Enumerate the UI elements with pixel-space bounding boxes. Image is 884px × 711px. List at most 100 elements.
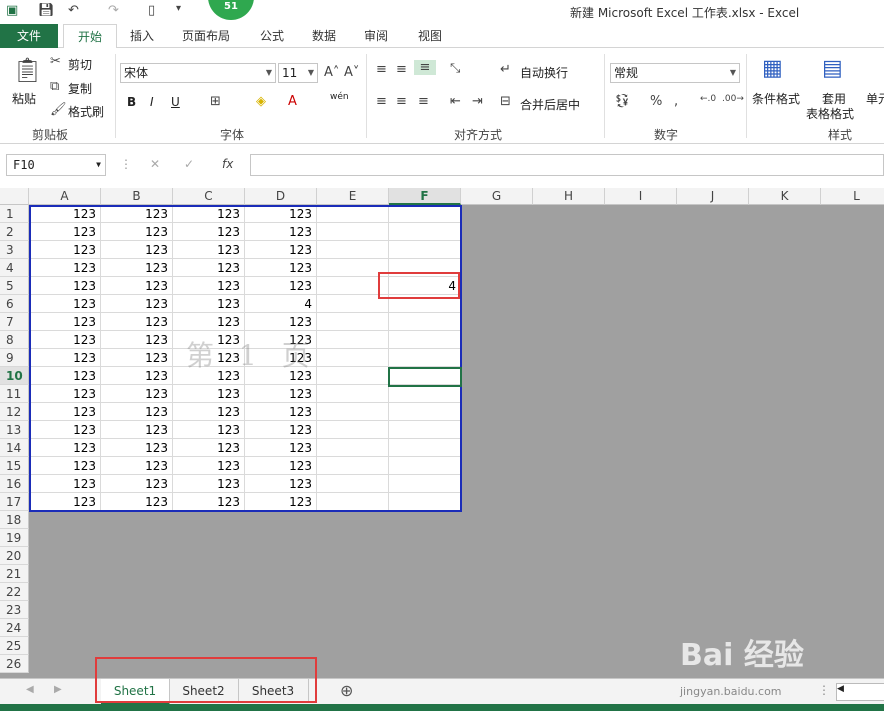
tab-data[interactable]: 数据 [302, 24, 346, 48]
cell-B5[interactable]: 123 [101, 277, 173, 295]
cell-A17[interactable]: 123 [29, 493, 101, 511]
decrease-decimal-icon[interactable]: .00→ [722, 94, 744, 104]
cell-D7[interactable]: 123 [245, 313, 317, 331]
scrollbar-splitter-icon[interactable]: ⋮ [818, 683, 830, 697]
format-as-table-button-line2[interactable]: 表格格式 [806, 105, 854, 122]
cell-B7[interactable]: 123 [101, 313, 173, 331]
cell-C14[interactable]: 123 [173, 439, 245, 457]
cell-E9[interactable] [317, 349, 389, 367]
redo-icon[interactable]: ↷ [108, 3, 119, 18]
comma-style-icon[interactable]: , [674, 94, 678, 109]
tab-file[interactable]: 文件 [0, 24, 58, 48]
column-header[interactable]: F [389, 188, 461, 205]
align-bottom-icon[interactable]: ≡ [414, 60, 436, 75]
column-header[interactable]: G [461, 188, 533, 205]
select-all-corner[interactable] [0, 188, 29, 205]
cell-A12[interactable]: 123 [29, 403, 101, 421]
cell-B2[interactable]: 123 [101, 223, 173, 241]
column-header[interactable]: K [749, 188, 821, 205]
row-header[interactable]: 21 [0, 565, 29, 583]
cancel-icon[interactable]: ✕ [150, 157, 160, 171]
row-header[interactable]: 22 [0, 583, 29, 601]
cell-B1[interactable]: 123 [101, 205, 173, 223]
horizontal-scrollbar[interactable]: ◀ [836, 683, 884, 701]
row-header[interactable]: 16 [0, 475, 29, 493]
cell-D11[interactable]: 123 [245, 385, 317, 403]
row-header[interactable]: 24 [0, 619, 29, 637]
cell-F1[interactable] [389, 205, 461, 223]
cell-A14[interactable]: 123 [29, 439, 101, 457]
cell-A1[interactable]: 123 [29, 205, 101, 223]
undo-icon[interactable]: ↶ [68, 3, 79, 18]
cell-F11[interactable] [389, 385, 461, 403]
column-header[interactable]: E [317, 188, 389, 205]
format-as-table-icon[interactable]: ▤ [822, 56, 843, 81]
row-header[interactable]: 3 [0, 241, 29, 259]
cell-E8[interactable] [317, 331, 389, 349]
increase-decimal-icon[interactable]: ←.0 [700, 94, 716, 104]
row-header[interactable]: 9 [0, 349, 29, 367]
new-document-icon[interactable]: ▯ [148, 3, 155, 18]
row-header[interactable]: 15 [0, 457, 29, 475]
insert-function-button[interactable]: fx [222, 157, 233, 171]
cell-A7[interactable]: 123 [29, 313, 101, 331]
column-header[interactable]: C [173, 188, 245, 205]
cell-A13[interactable]: 123 [29, 421, 101, 439]
cell-styles-button[interactable]: 单元 [866, 90, 884, 107]
format-painter-icon[interactable]: 🖌︎ [50, 102, 67, 117]
cell-B4[interactable]: 123 [101, 259, 173, 277]
font-name-combo[interactable]: 宋体 ▼ [120, 63, 276, 83]
cell-A16[interactable]: 123 [29, 475, 101, 493]
cell-D5[interactable]: 123 [245, 277, 317, 295]
cell-C1[interactable]: 123 [173, 205, 245, 223]
cell-B15[interactable]: 123 [101, 457, 173, 475]
cell-D2[interactable]: 123 [245, 223, 317, 241]
cell-D13[interactable]: 123 [245, 421, 317, 439]
italic-button[interactable]: I [150, 95, 154, 109]
copy-icon[interactable]: ⧉ [50, 79, 59, 94]
wrap-text-button[interactable]: 自动换行 [520, 64, 568, 81]
customize-quick-access-icon[interactable]: ▾ [176, 3, 181, 14]
add-sheet-icon[interactable]: ⊕ [340, 681, 353, 700]
cell-B3[interactable]: 123 [101, 241, 173, 259]
cell-E13[interactable] [317, 421, 389, 439]
cell-C17[interactable]: 123 [173, 493, 245, 511]
cell-B9[interactable]: 123 [101, 349, 173, 367]
cell-E16[interactable] [317, 475, 389, 493]
underline-button[interactable]: U [171, 95, 180, 109]
row-header[interactable]: 4 [0, 259, 29, 277]
cell-B6[interactable]: 123 [101, 295, 173, 313]
align-top-icon[interactable]: ≡ [376, 62, 387, 77]
row-header[interactable]: 7 [0, 313, 29, 331]
accounting-format-icon[interactable]: 💱︎ [614, 94, 631, 109]
formula-bar-menu-icon[interactable]: ⋮ [120, 157, 132, 171]
row-header[interactable]: 6 [0, 295, 29, 313]
cell-F3[interactable] [389, 241, 461, 259]
cell-F14[interactable] [389, 439, 461, 457]
cell-E10[interactable] [317, 367, 389, 385]
cut-button[interactable]: 剪切 [68, 56, 92, 73]
cell-A6[interactable]: 123 [29, 295, 101, 313]
cell-B11[interactable]: 123 [101, 385, 173, 403]
row-header[interactable]: 26 [0, 655, 29, 673]
cell-D3[interactable]: 123 [245, 241, 317, 259]
cell-C4[interactable]: 123 [173, 259, 245, 277]
cell-A10[interactable]: 123 [29, 367, 101, 385]
cell-F8[interactable] [389, 331, 461, 349]
cell-E17[interactable] [317, 493, 389, 511]
conditional-format-icon[interactable]: ▦ [762, 56, 783, 81]
cell-E3[interactable] [317, 241, 389, 259]
row-header[interactable]: 13 [0, 421, 29, 439]
cell-D1[interactable]: 123 [245, 205, 317, 223]
cell-B13[interactable]: 123 [101, 421, 173, 439]
cell-D14[interactable]: 123 [245, 439, 317, 457]
cell-F2[interactable] [389, 223, 461, 241]
row-header[interactable]: 10 [0, 367, 29, 385]
save-icon[interactable]: 💾︎ [38, 3, 55, 18]
cell-D15[interactable]: 123 [245, 457, 317, 475]
row-header[interactable]: 2 [0, 223, 29, 241]
row-header[interactable]: 1 [0, 205, 29, 223]
scroll-right-icon[interactable]: ▶ [54, 684, 62, 695]
cell-D16[interactable]: 123 [245, 475, 317, 493]
row-header[interactable]: 25 [0, 637, 29, 655]
